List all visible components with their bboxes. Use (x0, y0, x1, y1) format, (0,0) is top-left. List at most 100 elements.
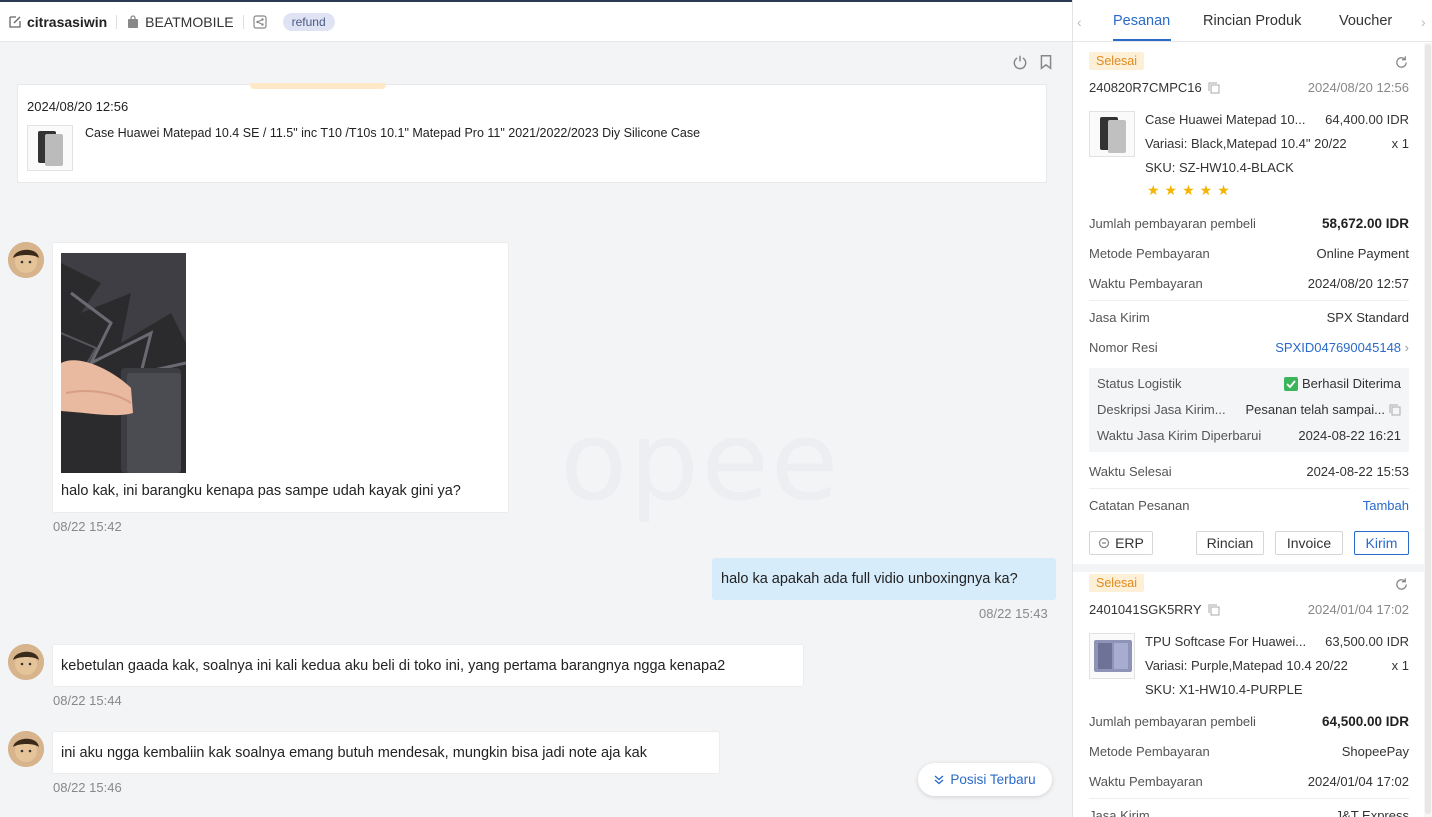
message-text: ini aku ngga kembaliin kak soalnya emang… (61, 744, 647, 761)
row-label: Deskripsi Jasa Kirim... (1097, 402, 1226, 417)
tab-voucher[interactable]: Voucher (1339, 13, 1392, 29)
row-value: 2024/08/20 12:57 (1307, 276, 1409, 291)
invoice-button[interactable]: Invoice (1275, 531, 1343, 555)
product-variant: Variasi: Purple,Matepad 10.4 20/22 (1145, 658, 1348, 673)
product-thumbnail (27, 125, 73, 171)
refresh-icon[interactable] (1394, 55, 1409, 70)
chevron-left-icon[interactable]: ‹ (1077, 14, 1082, 30)
order-card: Selesai 2401041SGK5RRY 2024/01/04 17:02 … (1089, 574, 1409, 817)
message-bubble: kebetulan gaada kak, soalnya ini kali ke… (52, 644, 804, 687)
power-icon[interactable] (1012, 54, 1028, 70)
bookmark-icon[interactable] (1038, 54, 1054, 70)
check-icon (1284, 376, 1299, 391)
send-button[interactable]: Kirim (1354, 531, 1409, 555)
logistics-box: Status Logistik Berhasil Diterima Deskri… (1089, 368, 1409, 452)
row-label: Catatan Pesanan (1089, 498, 1190, 513)
copy-icon[interactable] (1389, 404, 1401, 416)
row-value: 2024-08-22 16:21 (1298, 428, 1401, 443)
message-time: 08/22 15:42 (53, 519, 122, 534)
product-card-name: Case Huawei Matepad 10.4 SE / 11.5" inc … (85, 126, 701, 140)
buyer-name-link[interactable]: citrasasiwin (8, 14, 107, 30)
row-label: Waktu Pembayaran (1089, 774, 1203, 789)
product-thumbnail (1089, 633, 1135, 679)
detail-button[interactable]: Rincian (1196, 531, 1264, 555)
row-label: Nomor Resi (1089, 340, 1158, 355)
row-value: SPX Standard (1326, 310, 1409, 325)
sku-line: SKU: SZ-HW10.4-BLACK (1145, 160, 1409, 175)
divider (1089, 300, 1409, 301)
product-line: Case Huawei Matepad 10... 64,400.00 IDR (1145, 112, 1409, 127)
info-row: Metode Pembayaran Online Payment (1089, 246, 1409, 261)
order-date: 2024/01/04 17:02 (1307, 602, 1409, 617)
product-card-date: 2024/08/20 12:56 (27, 99, 129, 114)
erp-button[interactable]: ERP (1089, 531, 1153, 555)
product-sku: SKU: X1-HW10.4-PURPLE (1145, 682, 1303, 697)
order-id-text: 2401041SGK5RRY (1089, 602, 1202, 617)
product-name[interactable]: Case Huawei Matepad 10... (1145, 112, 1305, 127)
order-side-panel: ‹ Pesanan Rincian Produk Voucher › Seles… (1072, 0, 1432, 817)
info-row: Waktu Selesai 2024-08-22 15:53 (1089, 464, 1409, 479)
product-price: 63,500.00 IDR (1325, 634, 1409, 649)
row-value: ShopeePay (1341, 744, 1409, 759)
divider (242, 14, 244, 29)
row-value: J&T Express (1335, 808, 1409, 817)
chevron-right-icon: › (1404, 340, 1409, 355)
message-time: 08/22 15:43 (979, 606, 1048, 621)
refund-tag[interactable]: refund (282, 12, 335, 31)
tracking-number-link[interactable]: SPXID047690045148 › (1275, 340, 1409, 355)
info-row: Jumlah pembayaran pembeli 58,672.00 IDR (1089, 216, 1409, 231)
product-qty: x 1 (1391, 658, 1409, 673)
row-value: Online Payment (1316, 246, 1410, 261)
chevron-right-icon[interactable]: › (1421, 14, 1426, 30)
tab-pesanan[interactable]: Pesanan (1113, 13, 1170, 29)
message-photo[interactable] (61, 253, 186, 473)
logistics-row: Waktu Jasa Kirim Diperbarui 2024-08-22 1… (1097, 428, 1401, 443)
row-label: Jasa Kirim (1089, 808, 1150, 817)
row-value: 2024-08-22 15:53 (1306, 464, 1409, 479)
info-row: Catatan Pesanan Tambah (1089, 498, 1409, 513)
logistics-description: Pesanan telah sampai... (1245, 402, 1385, 417)
product-name[interactable]: TPU Softcase For Huawei... (1145, 634, 1306, 649)
product-card[interactable]: 2024/08/20 12:56 Case Huawei Matepad 10.… (17, 83, 1047, 183)
row-value: Berhasil Diterima (1284, 376, 1401, 391)
shop-label: BEATMOBILE (145, 13, 234, 30)
chat-toolbar (1012, 54, 1054, 70)
row-label: Jumlah pembayaran pembeli (1089, 714, 1256, 729)
order-id: 240820R7CMPC16 (1089, 80, 1220, 95)
message-time: 08/22 15:44 (53, 693, 122, 708)
copy-icon[interactable] (1208, 604, 1220, 616)
buyer-username: citrasasiwin (27, 13, 108, 30)
divider (1089, 488, 1409, 489)
message-time: 08/22 15:46 (53, 780, 122, 795)
order-card: Selesai 240820R7CMPC16 2024/08/20 12:56 … (1089, 52, 1409, 562)
scrollbar-thumb[interactable] (1425, 44, 1431, 814)
order-separator (1073, 564, 1425, 572)
refresh-icon[interactable] (1394, 577, 1409, 592)
message-text: kebetulan gaada kak, soalnya ini kali ke… (61, 657, 726, 674)
add-note-link[interactable]: Tambah (1363, 498, 1409, 513)
logistics-row: Status Logistik Berhasil Diterima (1097, 376, 1401, 391)
row-label: Waktu Jasa Kirim Diperbarui (1097, 428, 1262, 443)
product-sku: SKU: SZ-HW10.4-BLACK (1145, 160, 1294, 175)
message-text: halo kak, ini barangku kenapa pas sampe … (61, 483, 461, 499)
row-value: 58,672.00 IDR (1321, 216, 1409, 231)
row-label: Status Logistik (1097, 376, 1182, 391)
row-label: Waktu Selesai (1089, 464, 1172, 479)
tab-rincian-produk[interactable]: Rincian Produk (1203, 13, 1301, 29)
info-row: Jumlah pembayaran pembeli 64,500.00 IDR (1089, 714, 1409, 729)
divider (116, 14, 118, 29)
shop-name: BEATMOBILE (126, 13, 234, 30)
divider (1089, 798, 1409, 799)
row-value: 64,500.00 IDR (1321, 714, 1409, 729)
scroll-to-latest-button[interactable]: Posisi Terbaru (918, 763, 1052, 796)
chat-pane: citrasasiwin BEATMOBILE refund opee 2024… (0, 0, 1072, 817)
message-bubble-image: halo kak, ini barangku kenapa pas sampe … (52, 242, 509, 513)
edit-icon (9, 15, 21, 28)
row-value: Pesanan telah sampai... (1246, 402, 1401, 417)
copy-icon[interactable] (1208, 82, 1220, 94)
share-icon[interactable] (252, 14, 267, 29)
order-id: 2401041SGK5RRY (1089, 602, 1220, 617)
sku-line: SKU: X1-HW10.4-PURPLE (1145, 682, 1409, 697)
product-thumbnail (1089, 111, 1135, 157)
avatar (8, 644, 44, 680)
